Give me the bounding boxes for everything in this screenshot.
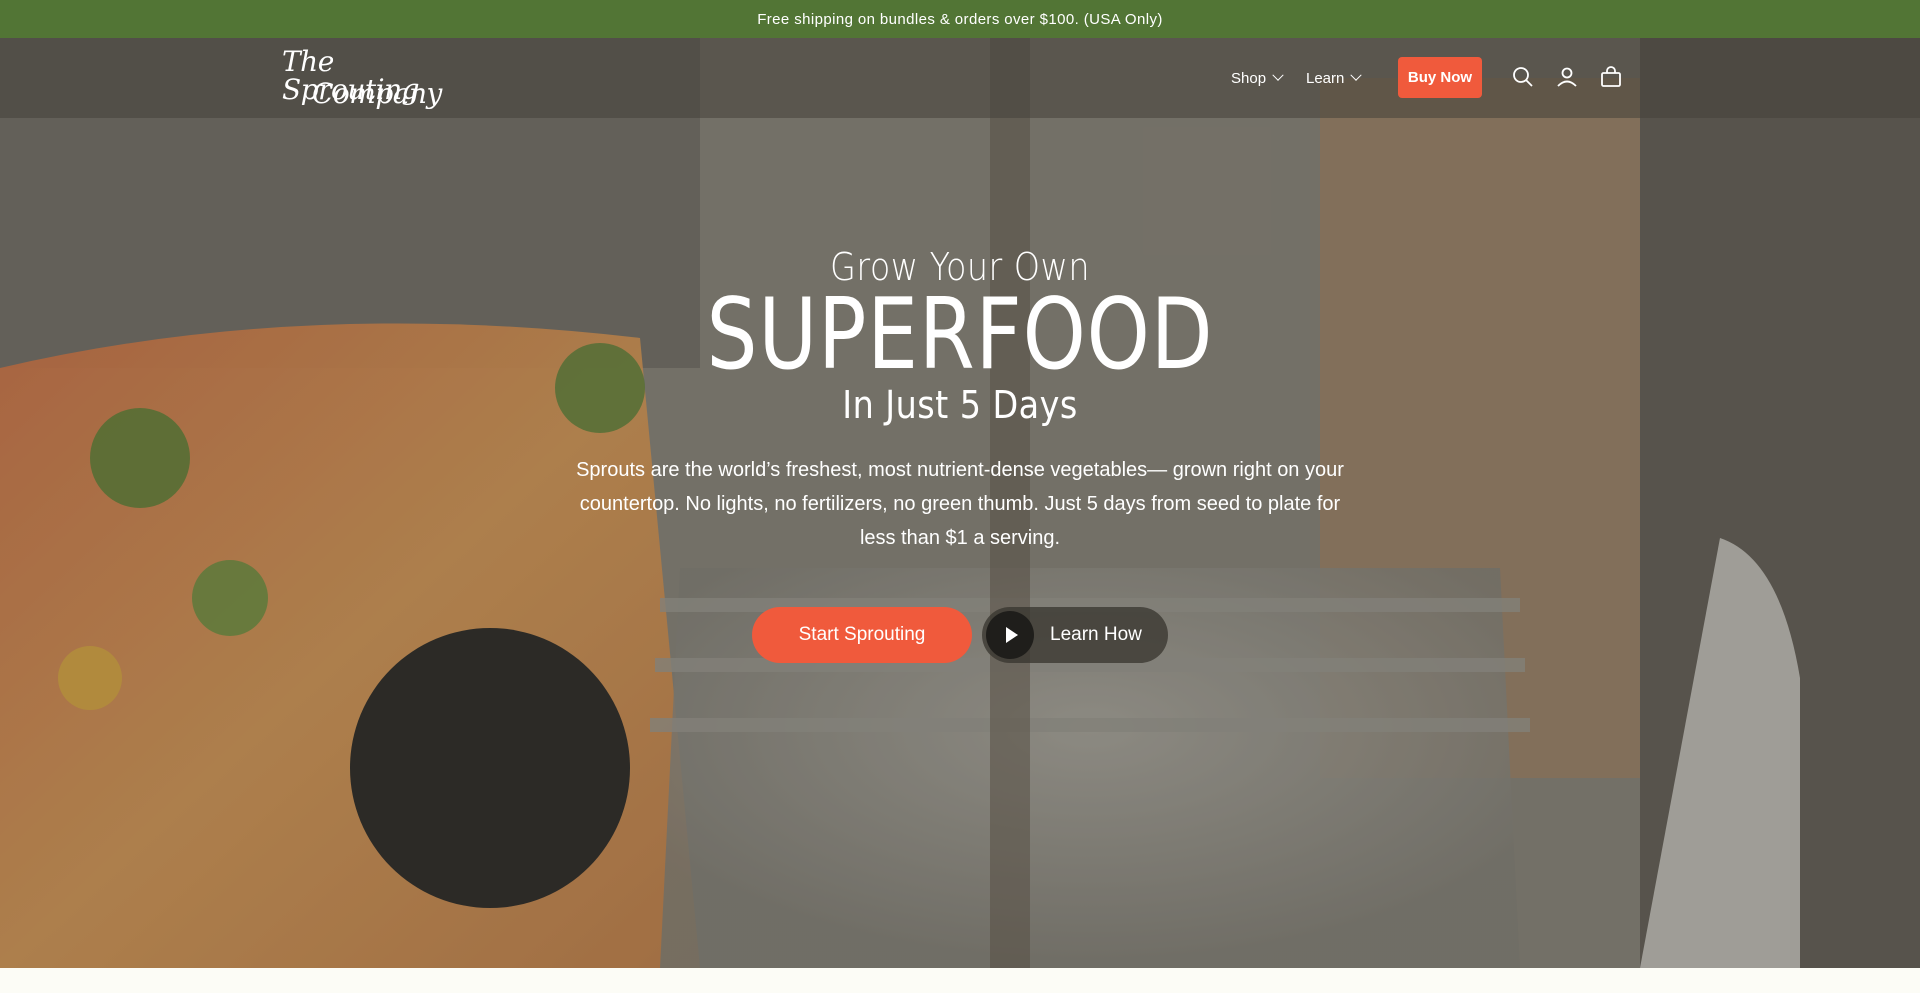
announcement-bar: Free shipping on bundles & orders over $…: [0, 0, 1920, 38]
nav-shop-label: Shop: [1231, 69, 1267, 87]
learn-how-button[interactable]: Learn How: [982, 607, 1168, 663]
buy-now-button[interactable]: Buy Now: [1398, 57, 1482, 98]
site-header: The Sprouting Company Shop Learn Buy Now: [0, 38, 1920, 118]
play-icon: [986, 611, 1034, 659]
nav-shop[interactable]: Shop: [1231, 38, 1284, 118]
chevron-down-icon: [1272, 69, 1284, 81]
page-content-edge: [0, 968, 1920, 993]
account-icon[interactable]: [1554, 64, 1580, 90]
nav-learn-label: Learn: [1306, 69, 1345, 87]
announcement-text: Free shipping on bundles & orders over $…: [757, 10, 1163, 28]
brand-logo[interactable]: The Sprouting Company: [282, 46, 444, 112]
search-icon[interactable]: [1510, 64, 1536, 90]
chevron-down-icon: [1350, 69, 1363, 81]
nav-learn[interactable]: Learn: [1306, 38, 1363, 118]
hero-line-days: In Just 5 Days: [842, 383, 1078, 427]
start-sprouting-button[interactable]: Start Sprouting: [752, 607, 972, 663]
hero-line-superfood: SUPERFOOD: [706, 278, 1214, 392]
learn-how-label: Learn How: [1050, 624, 1142, 645]
logo-line2: Company: [312, 77, 442, 110]
hero-description: Sprouts are the world’s freshest, most n…: [576, 459, 1344, 549]
cart-icon[interactable]: [1598, 64, 1624, 90]
